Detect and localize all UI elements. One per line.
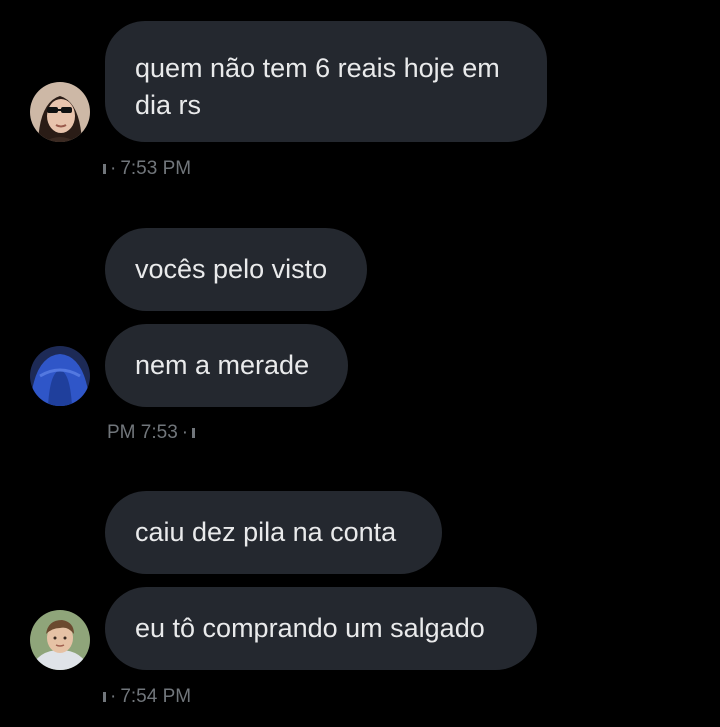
separator: · <box>110 158 117 179</box>
avatar-woman-sunglasses-icon <box>30 82 90 142</box>
avatar-blue-hoodie-icon <box>30 346 90 406</box>
read-receipt-icon <box>103 691 106 702</box>
avatar-young-man-icon <box>30 610 90 670</box>
message-bubble[interactable]: eu tô comprando um salgado <box>105 587 537 670</box>
separator: · <box>110 686 117 707</box>
message-text: caiu dez pila na conta <box>135 517 397 547</box>
time-label: 7:54 PM <box>120 686 192 707</box>
avatar[interactable] <box>30 610 90 670</box>
message-timestamp: · 7:53 PM <box>103 158 191 180</box>
message-text: vocês pelo visto <box>135 254 328 284</box>
message-timestamp: · 7:54 PM <box>103 686 191 708</box>
time-label: 7:53 PM <box>120 158 192 179</box>
read-receipt-icon <box>103 163 106 174</box>
avatar[interactable] <box>30 82 90 142</box>
message-bubble[interactable]: caiu dez pila na conta <box>105 491 442 574</box>
message-bubble[interactable]: quem não tem 6 reais hoje em dia rs <box>105 21 547 142</box>
time-label: PM 7:53 <box>107 422 178 443</box>
message-bubble[interactable]: vocês pelo visto <box>105 228 367 311</box>
message-text: nem a merade <box>135 350 310 380</box>
message-text: quem não tem 6 reais hoje em dia rs <box>135 53 500 120</box>
read-receipt-icon <box>192 427 196 438</box>
message-text: eu tô comprando um salgado <box>135 613 485 643</box>
message-timestamp: PM 7:53 · <box>107 422 196 444</box>
separator: · <box>181 422 189 443</box>
message-bubble[interactable]: nem a merade <box>105 324 348 407</box>
avatar[interactable] <box>30 346 90 406</box>
